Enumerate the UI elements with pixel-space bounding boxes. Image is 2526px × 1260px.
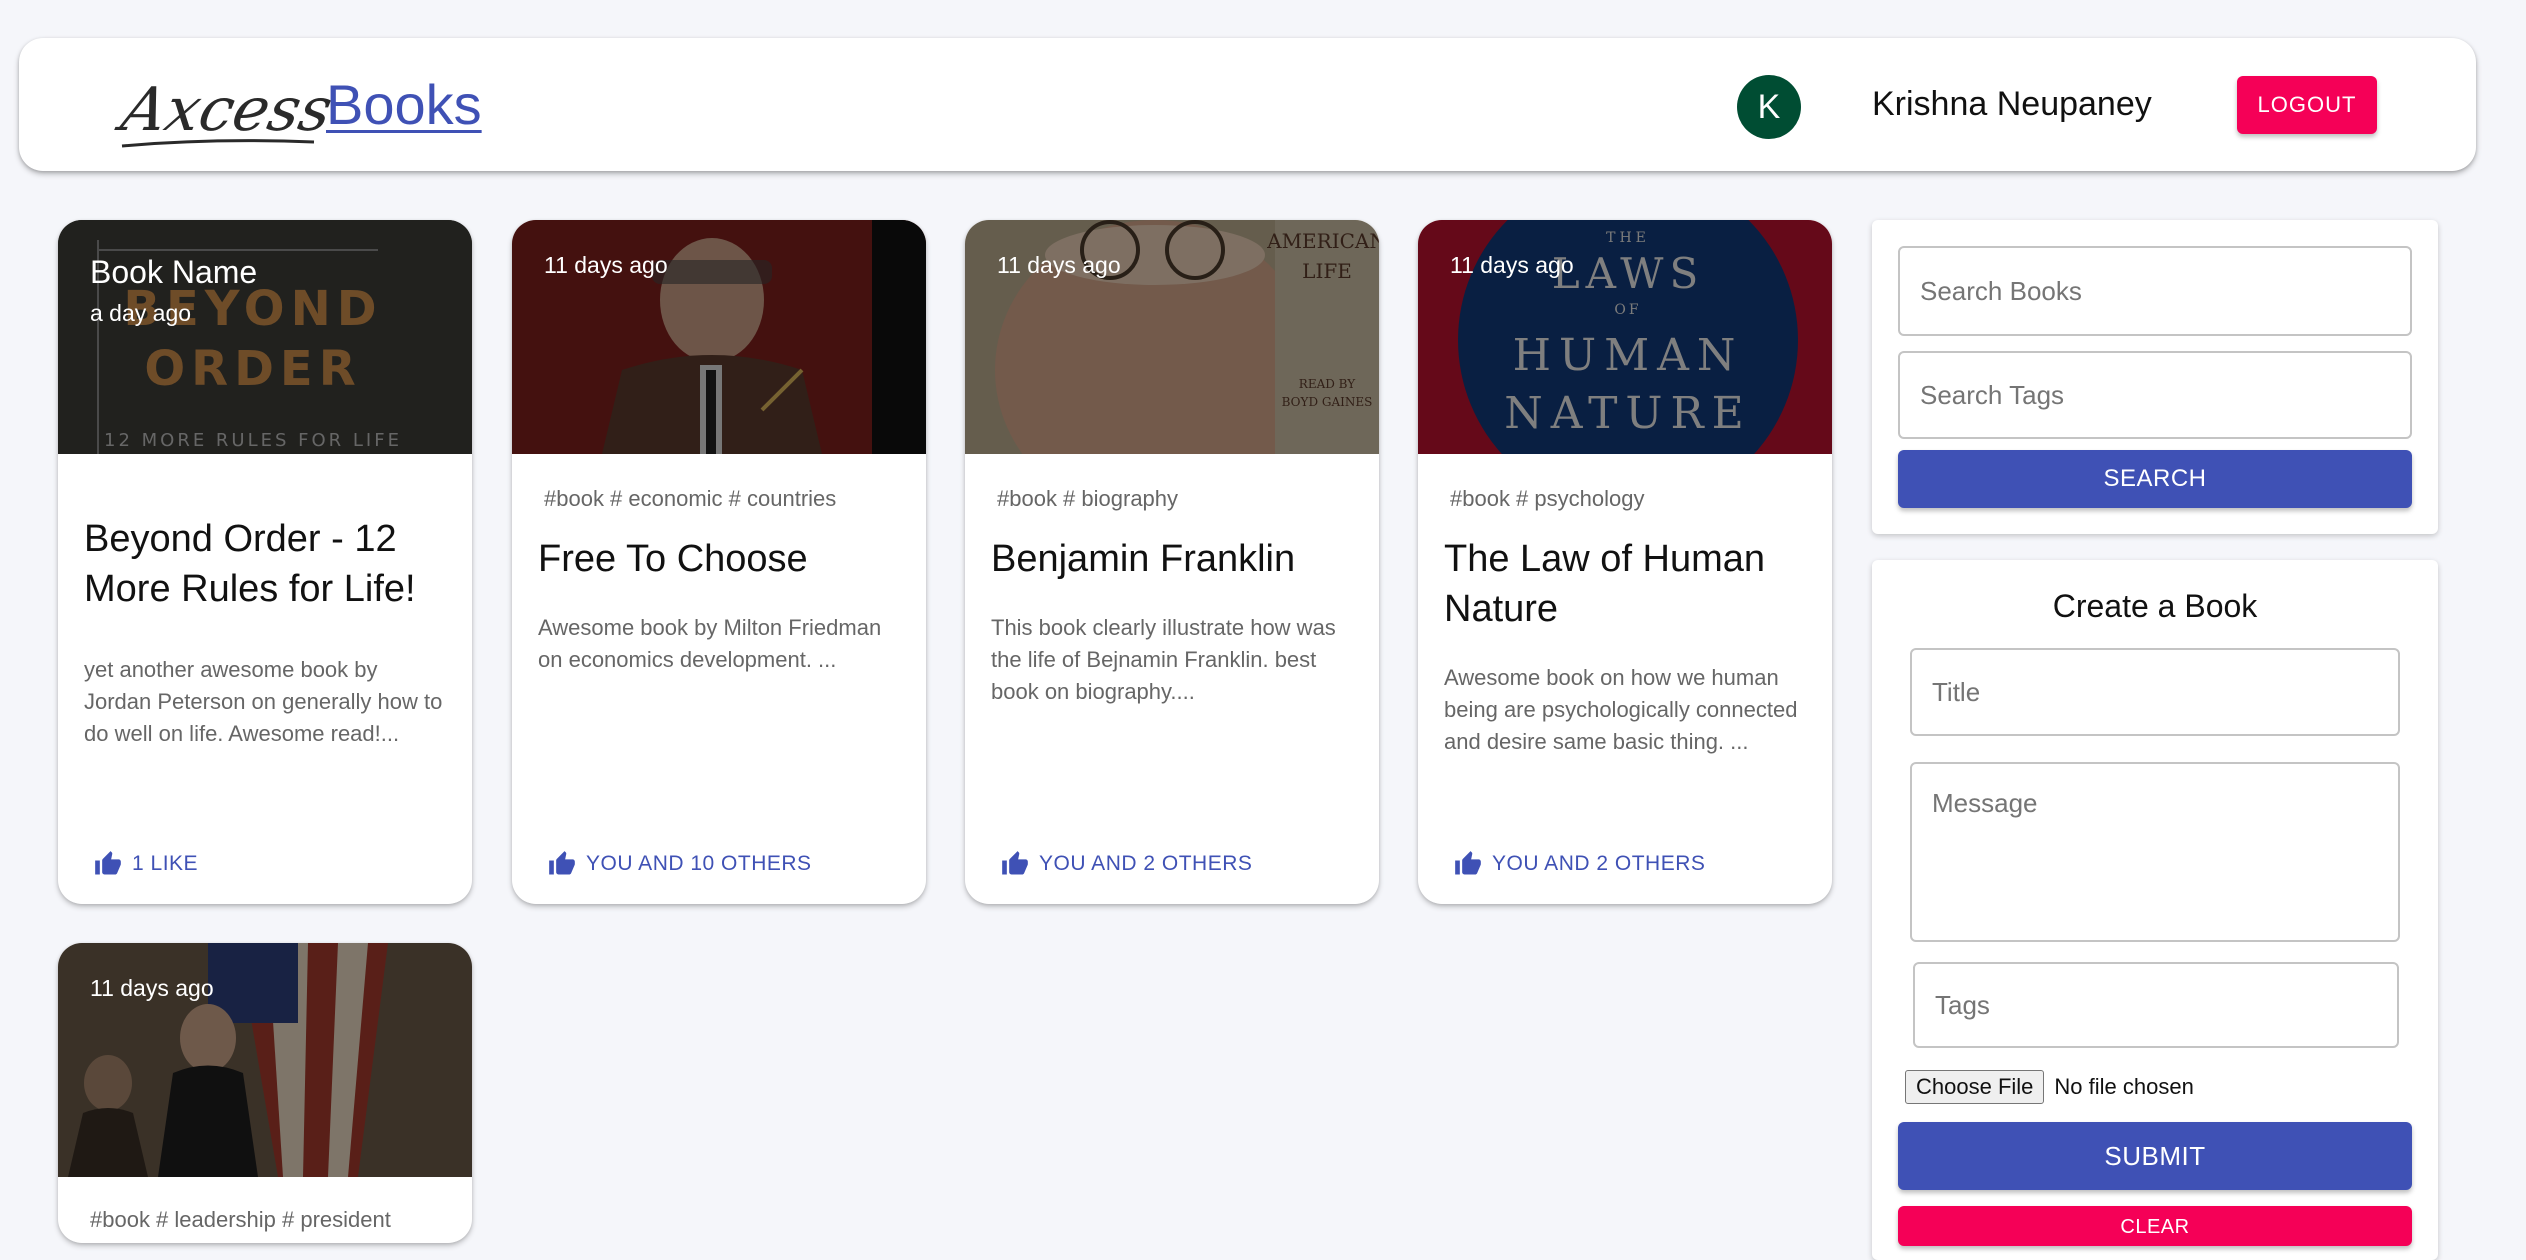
post-card[interactable]: THE LAWS OF HUMAN NATURE 11 days ago #bo… [1418, 220, 1832, 904]
logout-button[interactable]: LOGOUT [2237, 76, 2377, 134]
title-input[interactable] [1910, 648, 2400, 736]
card-time: 11 days ago [90, 975, 214, 1001]
thumb-up-icon [95, 851, 121, 875]
card-tags: #book # leadership # president [90, 1207, 391, 1232]
like-button[interactable]: 1 LIKE [94, 850, 198, 878]
search-books-input[interactable] [1898, 246, 2412, 336]
like-button[interactable]: YOU AND 2 OTHERS [1454, 850, 1705, 878]
card-message: Awesome book on how we human being are p… [1444, 665, 1798, 754]
message-input[interactable] [1910, 762, 2400, 942]
card-media: THE LAWS OF HUMAN NATURE 11 days ago [1418, 220, 1832, 454]
like-count: YOU AND 10 OTHERS [586, 852, 812, 875]
username: Krishna Neupaney [1872, 85, 2152, 123]
submit-button[interactable]: SUBMIT [1898, 1122, 2412, 1190]
app-bar: Axcess Books K Krishna Neupaney LOGOUT [19, 38, 2476, 171]
axcess-logo: Axcess [114, 76, 334, 148]
card-title: Benjamin Franklin [991, 538, 1296, 580]
search-tags-input[interactable] [1898, 351, 2412, 439]
post-card[interactable]: 11 days ago #book # leadership # preside… [58, 943, 472, 1243]
like-count: YOU AND 2 OTHERS [1492, 852, 1706, 875]
card-media: AMERICAN LIFE READ BY BOYD GAINES 11 day… [965, 220, 1379, 454]
like-count: 1 LIKE [132, 852, 199, 875]
thumb-up-icon [549, 851, 575, 875]
like-button[interactable]: YOU AND 2 OTHERS [1001, 850, 1252, 878]
brand-link[interactable]: Books [326, 72, 482, 137]
card-title: Free To Choose [538, 538, 808, 580]
form-title: Create a Book [2052, 588, 2258, 624]
card-time: a day ago [90, 300, 192, 326]
avatar[interactable]: K [1737, 75, 1801, 139]
clear-button[interactable]: CLEAR [1898, 1206, 2412, 1246]
card-tags: #book # economic # countries [544, 486, 837, 511]
like-count: YOU AND 2 OTHERS [1039, 852, 1253, 875]
card-title: Beyond Order - 12 More Rules for Life! [84, 518, 416, 610]
card-media: 11 days ago [512, 220, 926, 454]
card-time: 11 days ago [544, 252, 668, 278]
card-message: yet another awesome book by Jordan Peter… [84, 657, 443, 746]
tags-input[interactable] [1913, 962, 2399, 1048]
post-card[interactable]: 11 days ago #book # economic # countries… [512, 220, 926, 904]
thumb-up-icon [1455, 851, 1481, 875]
card-tags: #book # psychology [1450, 486, 1645, 511]
card-media: 11 days ago [58, 943, 472, 1177]
card-message: This book clearly illustrate how was the… [991, 615, 1336, 704]
card-media: BEYOND ORDER 12 MORE RULES FOR LIFE Book… [58, 220, 472, 454]
post-card[interactable]: AMERICAN LIFE READ BY BOYD GAINES 11 day… [965, 220, 1379, 904]
search-button[interactable]: SEARCH [1898, 450, 2412, 508]
card-overlay-title: Book Name [90, 254, 258, 290]
file-upload: Choose File No file chosen [1905, 1070, 2194, 1104]
card-message: Awesome book by Milton Friedman on econo… [538, 615, 882, 672]
file-status: No file chosen [2054, 1074, 2194, 1099]
logo-script-text: Axcess [114, 76, 334, 145]
card-time: 11 days ago [997, 252, 1121, 278]
search-panel: SEARCH [1872, 220, 2438, 534]
card-title: The Law of Human Nature [1444, 538, 1766, 630]
card-tags: #book # biography [997, 486, 1179, 511]
card-time: 11 days ago [1450, 252, 1574, 278]
create-book-panel: Create a Book Choose File No file chosen… [1872, 560, 2438, 1260]
post-card[interactable]: BEYOND ORDER 12 MORE RULES FOR LIFE Book… [58, 220, 472, 904]
thumb-up-icon [1002, 851, 1028, 875]
choose-file-button[interactable]: Choose File [1905, 1070, 2045, 1104]
like-button[interactable]: YOU AND 10 OTHERS [548, 850, 812, 878]
